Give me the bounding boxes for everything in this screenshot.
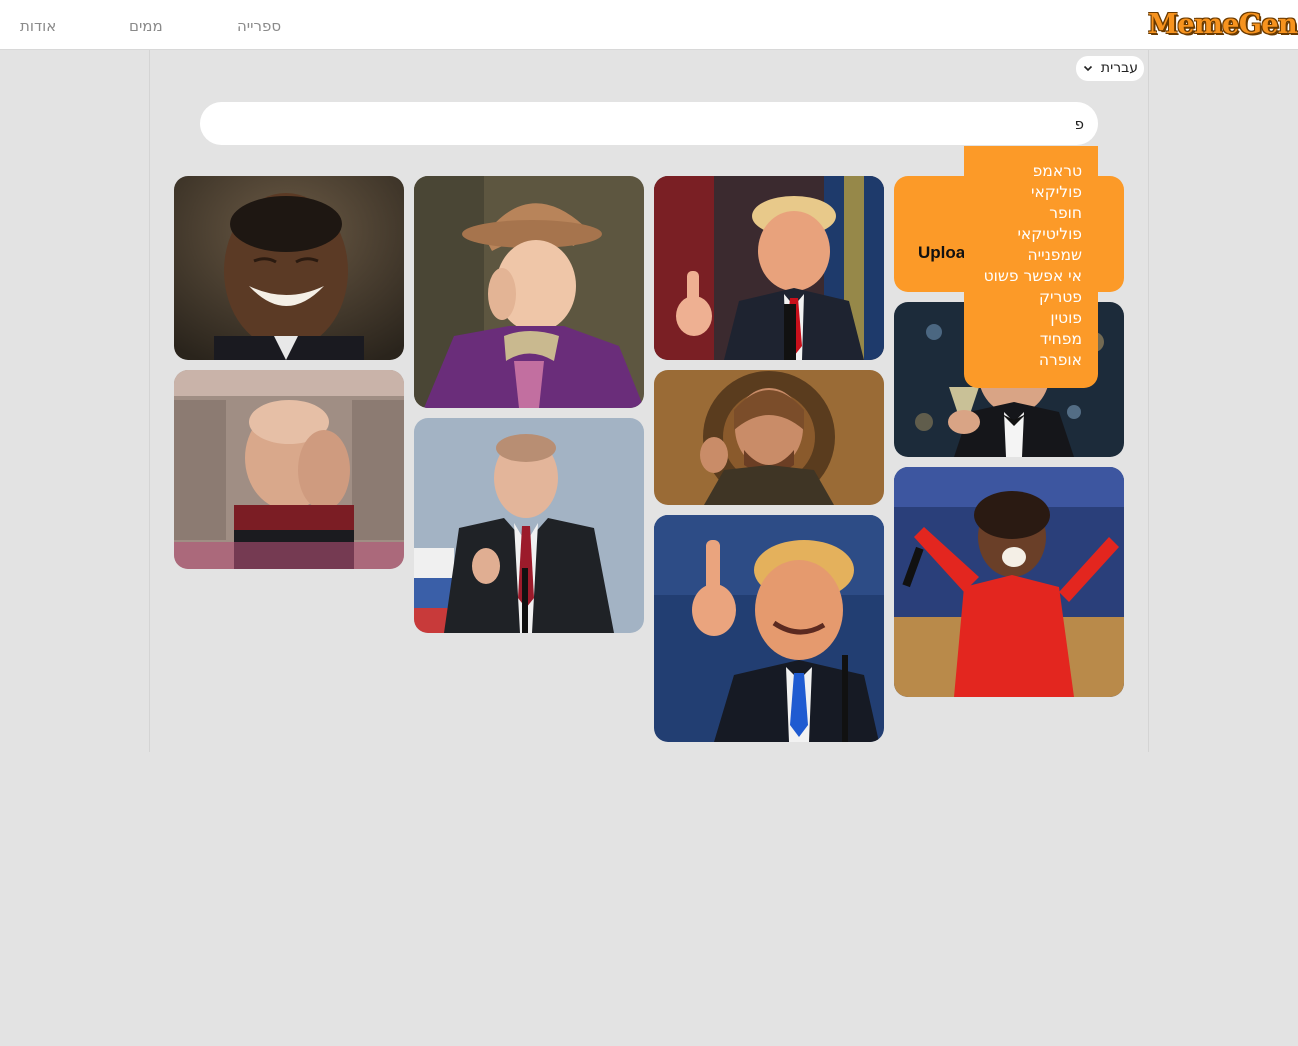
- app-logo[interactable]: MemeGen: [1148, 8, 1298, 42]
- meme-tile-podium-man[interactable]: [414, 418, 644, 633]
- nav-about-link[interactable]: אודות: [20, 16, 56, 36]
- meme-tile-woman-red-dress[interactable]: [894, 467, 1124, 697]
- autocomplete-option[interactable]: שמפנייה: [964, 245, 1082, 266]
- autocomplete-option[interactable]: אופרה: [964, 350, 1082, 371]
- top-header: אודות ממים ספרייה MemeGen: [0, 0, 1298, 50]
- autocomplete-option[interactable]: פוליטיקאי: [964, 224, 1082, 245]
- autocomplete-option[interactable]: פטריק: [964, 287, 1082, 308]
- search-input[interactable]: [200, 102, 1098, 145]
- main-content: עברית פ Upload טראמפ פוליקאי חופר פוליטי…: [149, 50, 1149, 752]
- autocomplete-option[interactable]: חופר: [964, 203, 1082, 224]
- language-label: עברית: [1100, 60, 1138, 76]
- meme-tile-facepalm-captain[interactable]: [174, 370, 404, 569]
- autocomplete-option[interactable]: פוליקאי: [964, 182, 1082, 203]
- meme-tile-angry-man[interactable]: [654, 515, 884, 742]
- language-select[interactable]: עברית: [1076, 56, 1144, 81]
- autocomplete-option[interactable]: פוטין: [964, 308, 1082, 329]
- search-autocomplete-dropdown: טראמפ פוליקאי חופר פוליטיקאי שמפנייה אי …: [964, 146, 1098, 388]
- autocomplete-option[interactable]: טראמפ: [964, 161, 1082, 182]
- meme-tile-pointing-man[interactable]: [654, 176, 884, 360]
- meme-tile-top-hat-man[interactable]: [414, 176, 644, 408]
- chevron-down-icon: [1081, 61, 1095, 75]
- search-bar: [200, 102, 1098, 145]
- meme-tile-bearded-man[interactable]: [654, 370, 884, 505]
- autocomplete-option[interactable]: מפחיד: [964, 329, 1082, 350]
- autocomplete-option[interactable]: אי אפשר פשוט: [964, 266, 1082, 287]
- nav-memes-link[interactable]: ממים: [129, 16, 163, 36]
- nav-library-link[interactable]: ספרייה: [237, 16, 281, 36]
- meme-tile-laughing-man[interactable]: [174, 176, 404, 360]
